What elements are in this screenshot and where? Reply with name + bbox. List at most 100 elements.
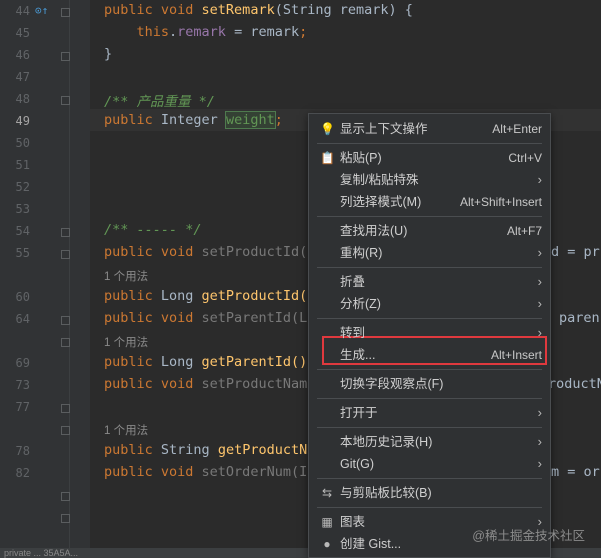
- code-token: public: [104, 442, 161, 458]
- code-token: this: [136, 24, 170, 40]
- code-token: public void: [104, 244, 202, 260]
- status-text: private ... 35A5A...: [4, 548, 79, 558]
- menu-item-item-13[interactable]: 生成... Alt+Insert: [309, 344, 550, 366]
- code-fragment: d = pr: [551, 244, 600, 260]
- code-token: setOrderNum(In: [201, 464, 316, 480]
- clipboard-icon: 📋: [320, 151, 335, 165]
- code-line[interactable]: public void setRemark(String remark) {: [104, 2, 413, 18]
- fold-marker[interactable]: [61, 52, 70, 61]
- menu-item-shortcut: Alt+Shift+Insert: [459, 195, 542, 209]
- menu-item-shortcut: Ctrl+V: [508, 151, 542, 165]
- menu-item-label: 切换字段观察点(F): [340, 377, 444, 391]
- context-menu: 💡 显示上下文操作 Alt+Enter 📋 粘贴(P) Ctrl+V 复制/粘贴特殊 › 列选择…: [308, 113, 551, 558]
- code-token: public: [104, 112, 161, 128]
- menu-item-p[interactable]: 📋 粘贴(P) Ctrl+V: [309, 147, 550, 169]
- menu-item-label: 查找用法(U): [340, 224, 408, 238]
- code-token: String: [160, 442, 218, 458]
- menu-item-item-17[interactable]: 打开于 ›: [309, 402, 550, 424]
- code-line[interactable]: public void setProductId(P: [104, 244, 315, 260]
- line-number: 48: [15, 92, 30, 106]
- menu-item-f[interactable]: 切换字段观察点(F): [309, 373, 550, 395]
- usage-hint[interactable]: 1 个用法: [104, 422, 148, 438]
- code-line[interactable]: public Integer weight;: [104, 111, 283, 129]
- code-token: getParentId(): [201, 354, 308, 370]
- menu-item-label: 创建 Gist...: [340, 537, 402, 551]
- code-line[interactable]: public void setOrderNum(In: [104, 464, 315, 480]
- menu-item-b[interactable]: ⇆ 与剪贴板比较(B): [309, 482, 550, 504]
- code-token: (String remark) {: [274, 2, 413, 18]
- code-token: /** ----- */: [104, 222, 202, 238]
- code-token: setProductName: [201, 376, 316, 392]
- code-line[interactable]: }: [104, 46, 112, 62]
- line-number: 50: [15, 136, 30, 150]
- fold-marker[interactable]: [61, 492, 70, 501]
- code-line[interactable]: /** ----- */: [104, 222, 202, 238]
- code-line[interactable]: /** 产品重量 */: [104, 90, 215, 110]
- code-token: public void: [104, 310, 202, 326]
- chevron-right-icon: ›: [537, 434, 542, 449]
- menu-item-z[interactable]: 分析(Z) ›: [309, 293, 550, 315]
- fold-marker[interactable]: [61, 426, 70, 435]
- fold-marker[interactable]: [61, 338, 70, 347]
- code-token: setRemark: [201, 2, 275, 18]
- menu-separator: [317, 507, 542, 508]
- menu-item-label: 折叠: [340, 275, 366, 289]
- fold-marker[interactable]: [61, 228, 70, 237]
- code-token: .: [169, 24, 178, 40]
- menu-item-shortcut: Alt+Insert: [490, 348, 542, 362]
- code-line[interactable]: public void setProductName: [104, 376, 315, 392]
- menu-item-label: 显示上下文操作: [340, 122, 428, 136]
- lightbulb-icon: 💡: [320, 122, 335, 136]
- menu-separator: [317, 143, 542, 144]
- github-icon: ●: [323, 537, 331, 551]
- menu-item-item-12[interactable]: 转到 ›: [309, 322, 550, 344]
- menu-item-item-0[interactable]: 💡 显示上下文操作 Alt+Enter: [309, 118, 550, 140]
- fold-marker[interactable]: [61, 514, 70, 523]
- usage-hint[interactable]: 1 个用法: [104, 334, 148, 350]
- fold-marker[interactable]: [61, 316, 70, 325]
- menu-item-u[interactable]: 查找用法(U) Alt+F7: [309, 220, 550, 242]
- fold-marker[interactable]: [61, 8, 70, 17]
- line-number: 54: [15, 224, 30, 238]
- code-line[interactable]: public void setParentId(Lo: [104, 310, 315, 326]
- code-token: /** 产品重量 */: [104, 94, 215, 110]
- fold-marker[interactable]: [61, 96, 70, 105]
- override-gutter-icon[interactable]: ⊙↑: [35, 4, 48, 17]
- menu-item-label: 打开于: [340, 406, 378, 420]
- code-line[interactable]: public Long getProductId(): [104, 288, 315, 304]
- menu-item-item-3[interactable]: 复制/粘贴特殊 ›: [309, 169, 550, 191]
- line-number: 49: [15, 114, 30, 128]
- code-token: public: [104, 354, 161, 370]
- gutter-divider: [69, 0, 70, 558]
- usage-hint[interactable]: 1 个用法: [104, 268, 148, 284]
- menu-item-h[interactable]: 本地历史记录(H) ›: [309, 431, 550, 453]
- line-number: 44: [15, 4, 30, 18]
- code-token: public: [104, 288, 161, 304]
- code-token: Long: [160, 354, 202, 370]
- code-line[interactable]: public String getProductNa: [104, 442, 315, 458]
- code-line[interactable]: this.remark = remark;: [104, 24, 308, 40]
- line-number: 53: [15, 202, 30, 216]
- menu-item-label: 重构(R): [340, 246, 383, 260]
- menu-item-r[interactable]: 重构(R) ›: [309, 242, 550, 264]
- menu-item-label: 分析(Z): [340, 297, 381, 311]
- menu-item-item-9[interactable]: 折叠 ›: [309, 271, 550, 293]
- chevron-right-icon: ›: [537, 456, 542, 471]
- fold-marker[interactable]: [61, 250, 70, 259]
- menu-item-gitg[interactable]: Git(G) ›: [309, 453, 550, 475]
- line-number: 47: [15, 70, 30, 84]
- line-number: 46: [15, 48, 30, 62]
- code-fragment: paren: [559, 310, 600, 326]
- menu-item-label: 粘贴(P): [340, 151, 382, 165]
- menu-item-label: 转到: [340, 326, 366, 340]
- fold-marker[interactable]: [61, 404, 70, 413]
- menu-item-shortcut: Alt+F7: [506, 224, 542, 238]
- menu-item-m[interactable]: 列选择模式(M) Alt+Shift+Insert: [309, 191, 550, 213]
- code-token: remark: [177, 24, 226, 40]
- code-line[interactable]: public Long getParentId(): [104, 354, 307, 370]
- code-token: getProductId(): [201, 288, 316, 304]
- menu-separator: [317, 427, 542, 428]
- menu-item-label: 与剪贴板比较(B): [340, 486, 432, 500]
- code-token: ;: [299, 24, 308, 40]
